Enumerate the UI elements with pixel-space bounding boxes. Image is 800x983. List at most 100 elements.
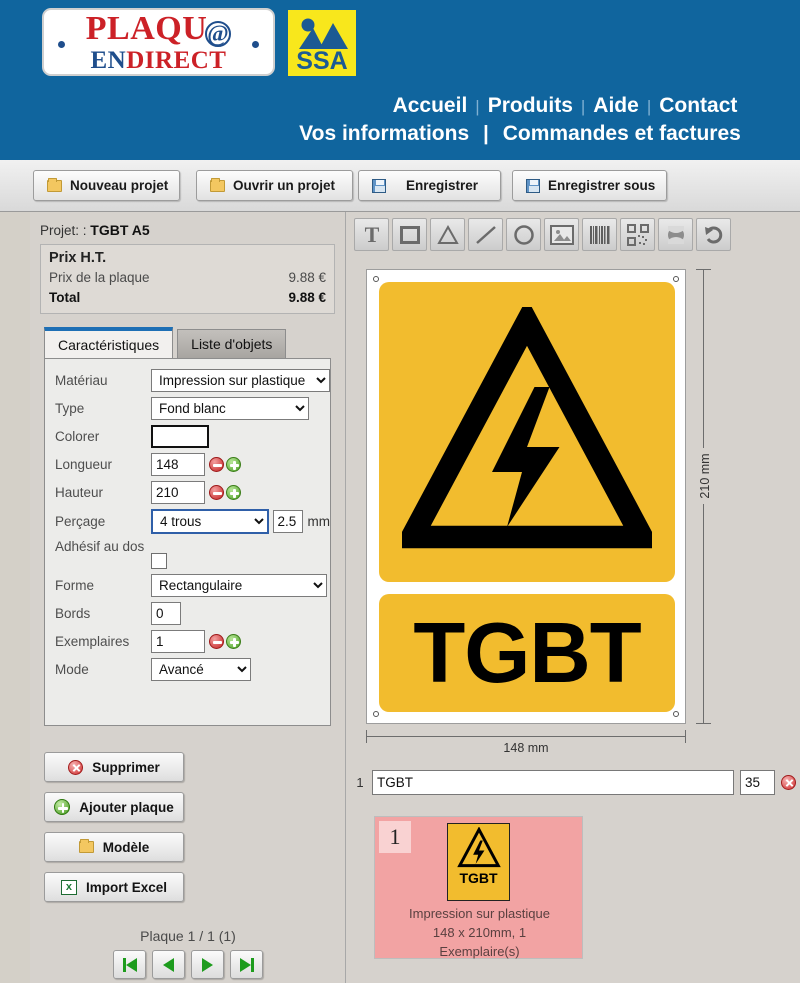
thumbnail-copies: Exemplaire(s) bbox=[439, 943, 520, 959]
project-label: Projet: : bbox=[40, 223, 87, 238]
open-project-button[interactable]: Ouvrir un projet bbox=[196, 170, 353, 201]
copies-input[interactable] bbox=[151, 630, 205, 654]
chevron-right-icon bbox=[239, 957, 251, 972]
thumbnail-sign-text: TGBT bbox=[459, 870, 498, 886]
rectangle-tool-button[interactable] bbox=[392, 218, 427, 251]
copies-increase-button[interactable] bbox=[226, 634, 241, 650]
plate-text-value: TGBT bbox=[413, 605, 641, 701]
hazard-sign-object[interactable] bbox=[379, 282, 675, 582]
image-icon bbox=[549, 224, 574, 245]
ssa-logo[interactable]: SSA bbox=[288, 10, 356, 76]
brand-logo[interactable]: PLAQU@ ENDIRECT bbox=[42, 8, 275, 76]
price-summary: Prix H.T. Prix de la plaque 9.88 € Total… bbox=[40, 244, 335, 315]
pictogram-tool-button[interactable] bbox=[658, 218, 693, 251]
shape-select[interactable]: Rectangulaire bbox=[151, 574, 327, 598]
thumbnail-material: Impression sur plastique bbox=[409, 906, 550, 921]
color-swatch[interactable] bbox=[151, 425, 209, 449]
delete-plate-button[interactable]: Supprimer bbox=[44, 752, 184, 782]
borders-input[interactable] bbox=[151, 602, 181, 626]
object-text-input[interactable] bbox=[372, 769, 734, 795]
undo-tool-button[interactable] bbox=[696, 218, 731, 251]
last-plate-button[interactable] bbox=[230, 950, 263, 979]
first-plate-button[interactable] bbox=[113, 950, 146, 979]
electrical-hazard-icon bbox=[402, 307, 652, 549]
drilling-size-input[interactable] bbox=[272, 510, 303, 534]
text-icon: T bbox=[364, 224, 379, 246]
thumbnail-number: 1 bbox=[379, 821, 411, 853]
triangle-tool-button[interactable] bbox=[430, 218, 465, 251]
tab-liste-objets[interactable]: Liste d'objets bbox=[177, 329, 287, 359]
type-select[interactable]: Fond blanc bbox=[151, 397, 309, 421]
template-button[interactable]: Modèle bbox=[44, 832, 184, 862]
qrcode-tool-button[interactable] bbox=[620, 218, 655, 251]
length-decrease-button[interactable] bbox=[209, 457, 224, 473]
save-as-button[interactable]: Enregistrer sous bbox=[512, 170, 667, 201]
circle-tool-button[interactable] bbox=[506, 218, 541, 251]
previous-plate-button[interactable] bbox=[152, 950, 185, 979]
price-plate-label: Prix de la plaque bbox=[49, 270, 150, 285]
add-plate-button[interactable]: Ajouter plaque bbox=[44, 792, 184, 822]
length-input[interactable] bbox=[151, 453, 205, 477]
nav-separator: | bbox=[475, 97, 480, 116]
length-label: Longueur bbox=[55, 457, 113, 473]
height-input[interactable] bbox=[151, 481, 205, 505]
application-window: PLAQU@ ENDIRECT SSA Accueil | Produits | Aid… bbox=[0, 0, 800, 983]
height-dimension: 210 mm bbox=[692, 269, 716, 724]
image-tool-button[interactable] bbox=[544, 218, 579, 251]
project-toolbar: Nouveau projet Ouvrir un projet Enregist… bbox=[0, 160, 800, 212]
nav-link-produits[interactable]: Produits bbox=[482, 94, 579, 117]
plate-pager-label: Plaque 1 / 1 (1) bbox=[140, 928, 236, 944]
import-excel-button[interactable]: x Import Excel bbox=[44, 872, 184, 902]
svg-text:T: T bbox=[364, 224, 379, 246]
object-font-size-input[interactable] bbox=[740, 769, 775, 795]
drilling-unit-label: mm bbox=[307, 514, 331, 530]
price-row-plate: Prix de la plaque 9.88 € bbox=[49, 268, 326, 288]
nav-link-accueil[interactable]: Accueil bbox=[387, 94, 474, 117]
logo-direct-text: DIRECT bbox=[126, 46, 227, 74]
drilling-select[interactable]: 4 trous bbox=[151, 509, 269, 535]
tab-caracteristiques[interactable]: Caractéristiques bbox=[44, 327, 174, 359]
remove-object-button[interactable] bbox=[781, 774, 796, 790]
new-project-button[interactable]: Nouveau projet bbox=[33, 170, 180, 201]
field-row-mode: Mode Avancé bbox=[55, 658, 330, 682]
thumbnail-dimensions: 148 x 210mm, 1 bbox=[432, 924, 527, 940]
template-label: Modèle bbox=[102, 839, 150, 855]
plate-canvas[interactable]: TGBT 210 mm 148 mm bbox=[358, 264, 798, 764]
logo-rivet-right bbox=[252, 41, 259, 48]
nav-link-contact[interactable]: Contact bbox=[653, 94, 743, 117]
thumbnail-details: Impression sur plastique 148 x 210mm, 1 … bbox=[375, 905, 584, 962]
line-tool-button[interactable] bbox=[468, 218, 503, 251]
text-tool-button[interactable]: T bbox=[354, 218, 389, 251]
copies-decrease-button[interactable] bbox=[209, 634, 224, 650]
ssa-label: SSA bbox=[296, 47, 348, 75]
height-increase-button[interactable] bbox=[226, 485, 241, 501]
chevron-left-icon bbox=[125, 957, 137, 972]
primary-navigation: Accueil | Produits | Aide | Contact bbox=[0, 94, 800, 118]
folder-icon bbox=[78, 839, 94, 853]
object-toolbar: T bbox=[354, 218, 731, 251]
plate-thumbnail-card[interactable]: 1 TGBT Impression sur plastique 148 x 21… bbox=[374, 816, 583, 959]
nav-separator: | bbox=[483, 123, 489, 145]
plate-preview[interactable]: TGBT bbox=[366, 269, 686, 724]
shape-label: Forme bbox=[55, 578, 95, 594]
nav-link-vos-informations[interactable]: Vos informations bbox=[293, 122, 475, 145]
adhesive-checkbox[interactable] bbox=[151, 553, 167, 570]
nav-link-commandes-et-factures[interactable]: Commandes et factures bbox=[497, 122, 747, 145]
width-dimension-label: 148 mm bbox=[503, 741, 549, 755]
object-text-row: 1 bbox=[354, 765, 800, 799]
plate-text-object[interactable]: TGBT bbox=[379, 594, 675, 712]
length-increase-button[interactable] bbox=[226, 457, 241, 473]
mode-select[interactable]: Avancé bbox=[151, 658, 251, 682]
next-plate-button[interactable] bbox=[191, 950, 224, 979]
logo-at-icon: @ bbox=[205, 20, 232, 47]
borders-label: Bords bbox=[55, 606, 91, 622]
tab-caracteristiques-label: Caractéristiques bbox=[58, 336, 160, 353]
field-row-drilling: Perçage 4 trous mm bbox=[55, 509, 331, 535]
height-decrease-button[interactable] bbox=[209, 485, 224, 501]
material-select[interactable]: Impression sur plastique bbox=[151, 369, 330, 393]
save-button[interactable]: Enregistrer bbox=[358, 170, 501, 201]
price-title: Prix H.T. bbox=[49, 250, 107, 266]
nav-link-aide[interactable]: Aide bbox=[587, 94, 645, 117]
delete-icon bbox=[68, 759, 84, 775]
barcode-tool-button[interactable] bbox=[582, 218, 617, 251]
